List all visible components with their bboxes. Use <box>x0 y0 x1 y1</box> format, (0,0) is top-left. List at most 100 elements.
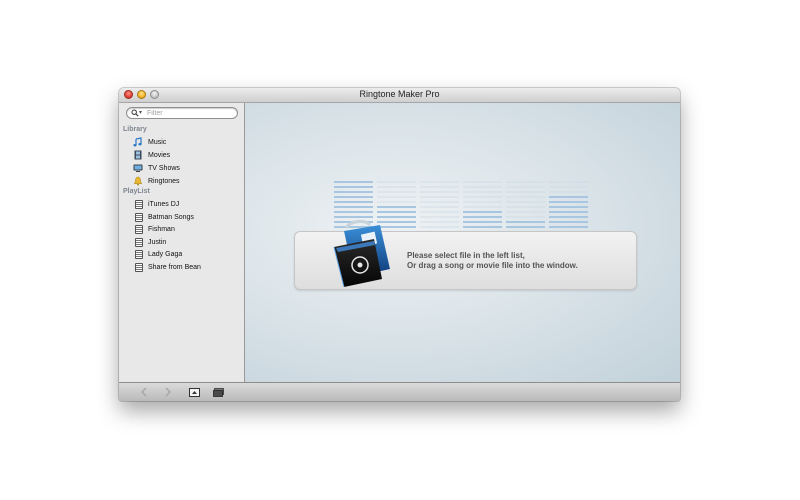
equalizer-segment <box>377 196 416 198</box>
drop-zone[interactable]: Please select file in the left list, Or … <box>245 103 680 382</box>
app-window: Ringtone Maker Pro ▾ Library Music <box>119 88 680 401</box>
equalizer-segment <box>334 196 373 198</box>
search-menu-caret-icon[interactable]: ▾ <box>139 109 142 116</box>
equalizer-segment <box>549 186 588 188</box>
playlist-item-itunes-dj[interactable]: iTunes DJ <box>133 198 238 210</box>
equalizer-segment <box>420 226 459 228</box>
bell-icon <box>133 176 143 186</box>
equalizer-segment <box>334 191 373 193</box>
equalizer-segment <box>506 181 545 183</box>
equalizer-segment <box>377 201 416 203</box>
search-icon[interactable] <box>131 109 139 117</box>
tv-icon <box>133 164 143 172</box>
equalizer-segment <box>506 221 545 223</box>
equalizer-segment <box>377 181 416 183</box>
playlist-icon <box>135 249 143 259</box>
playlist-item-lady-gaga[interactable]: Lady Gaga <box>133 248 238 260</box>
equalizer-segment <box>463 211 502 213</box>
sidebar: ▾ Library Music Movies <box>119 103 245 382</box>
equalizer-segment <box>463 196 502 198</box>
equalizer-segment <box>506 226 545 228</box>
equalizer-segment <box>420 206 459 208</box>
equalizer-segment <box>377 191 416 193</box>
sidebar-item-movies[interactable]: Movies <box>133 149 238 161</box>
playlist-icon <box>135 237 143 247</box>
equalizer-segment <box>549 201 588 203</box>
instruction-line-2: Or drag a song or movie file into the wi… <box>407 261 578 270</box>
equalizer-segment <box>334 216 373 218</box>
equalizer-segment <box>463 206 502 208</box>
equalizer-segment <box>463 226 502 228</box>
equalizer-segment <box>506 206 545 208</box>
equalizer-segment <box>377 211 416 213</box>
search-field[interactable]: ▾ <box>126 107 238 119</box>
equalizer-segment <box>463 191 502 193</box>
equalizer-segment <box>420 186 459 188</box>
music-note-icon <box>133 137 142 147</box>
equalizer-segment <box>420 201 459 203</box>
media-folder-icon <box>333 219 390 288</box>
bottom-toolbar <box>119 382 680 401</box>
equalizer-segment <box>463 181 502 183</box>
equalizer-segment <box>506 196 545 198</box>
search-input[interactable] <box>147 108 233 118</box>
export-icon[interactable] <box>187 385 201 399</box>
equalizer-segment <box>377 216 416 218</box>
playlist-item-label: Share from Bean <box>148 263 201 271</box>
sidebar-item-ringtones[interactable]: Ringtones <box>133 175 238 187</box>
equalizer-segment <box>420 221 459 223</box>
sidebar-item-label: TV Shows <box>148 164 180 172</box>
equalizer-segment <box>334 201 373 203</box>
equalizer-segment <box>506 211 545 213</box>
equalizer-segment <box>549 216 588 218</box>
equalizer-segment <box>549 181 588 183</box>
equalizer-segment <box>334 206 373 208</box>
equalizer-segment <box>463 186 502 188</box>
equalizer-segment <box>549 196 588 198</box>
equalizer-segment <box>377 206 416 208</box>
playlist-icon <box>135 199 143 209</box>
library-icon[interactable] <box>211 385 225 399</box>
equalizer-segment <box>549 191 588 193</box>
playlist-item-label: Justin <box>148 238 167 246</box>
window-title: Ringtone Maker Pro <box>359 89 440 99</box>
equalizer-segment <box>420 191 459 193</box>
chevron-right-icon[interactable] <box>161 385 175 399</box>
equalizer-segment <box>420 196 459 198</box>
instruction-line-1: Please select file in the left list, <box>407 251 525 260</box>
equalizer-segment <box>463 201 502 203</box>
equalizer-segment <box>506 186 545 188</box>
equalizer-segment <box>549 206 588 208</box>
sidebar-item-label: Movies <box>148 151 171 159</box>
equalizer-segment <box>420 181 459 183</box>
sidebar-item-tv-shows[interactable]: TV Shows <box>133 162 238 174</box>
playlist-item-fishman[interactable]: Fishman <box>133 223 238 235</box>
playlist-item-justin[interactable]: Justin <box>133 236 238 248</box>
equalizer-segment <box>420 216 459 218</box>
playlist-item-label: iTunes DJ <box>148 200 180 208</box>
playlist-header: PlayList <box>123 188 150 195</box>
playlist-item-label: Batman Songs <box>148 213 194 221</box>
equalizer-segment <box>506 201 545 203</box>
equalizer-segment <box>506 216 545 218</box>
equalizer-segment <box>549 211 588 213</box>
equalizer-segment <box>334 186 373 188</box>
equalizer-segment <box>506 191 545 193</box>
sidebar-item-music[interactable]: Music <box>133 136 238 148</box>
playlist-item-share-from-bean[interactable]: Share from Bean <box>133 261 238 273</box>
equalizer-segment <box>377 186 416 188</box>
library-header: Library <box>123 126 147 133</box>
equalizer-segment <box>334 211 373 213</box>
equalizer-segment <box>463 221 502 223</box>
equalizer-segment <box>420 211 459 213</box>
equalizer-segment <box>549 226 588 228</box>
film-icon <box>134 150 142 160</box>
sidebar-item-label: Music <box>148 138 167 146</box>
playlist-icon <box>135 212 143 222</box>
chevron-left-icon[interactable] <box>137 385 151 399</box>
equalizer-segment <box>549 221 588 223</box>
title-bar[interactable]: Ringtone Maker Pro <box>119 88 680 103</box>
equalizer-segment <box>334 181 373 183</box>
equalizer-segment <box>463 216 502 218</box>
playlist-item-batman-songs[interactable]: Batman Songs <box>133 211 238 223</box>
